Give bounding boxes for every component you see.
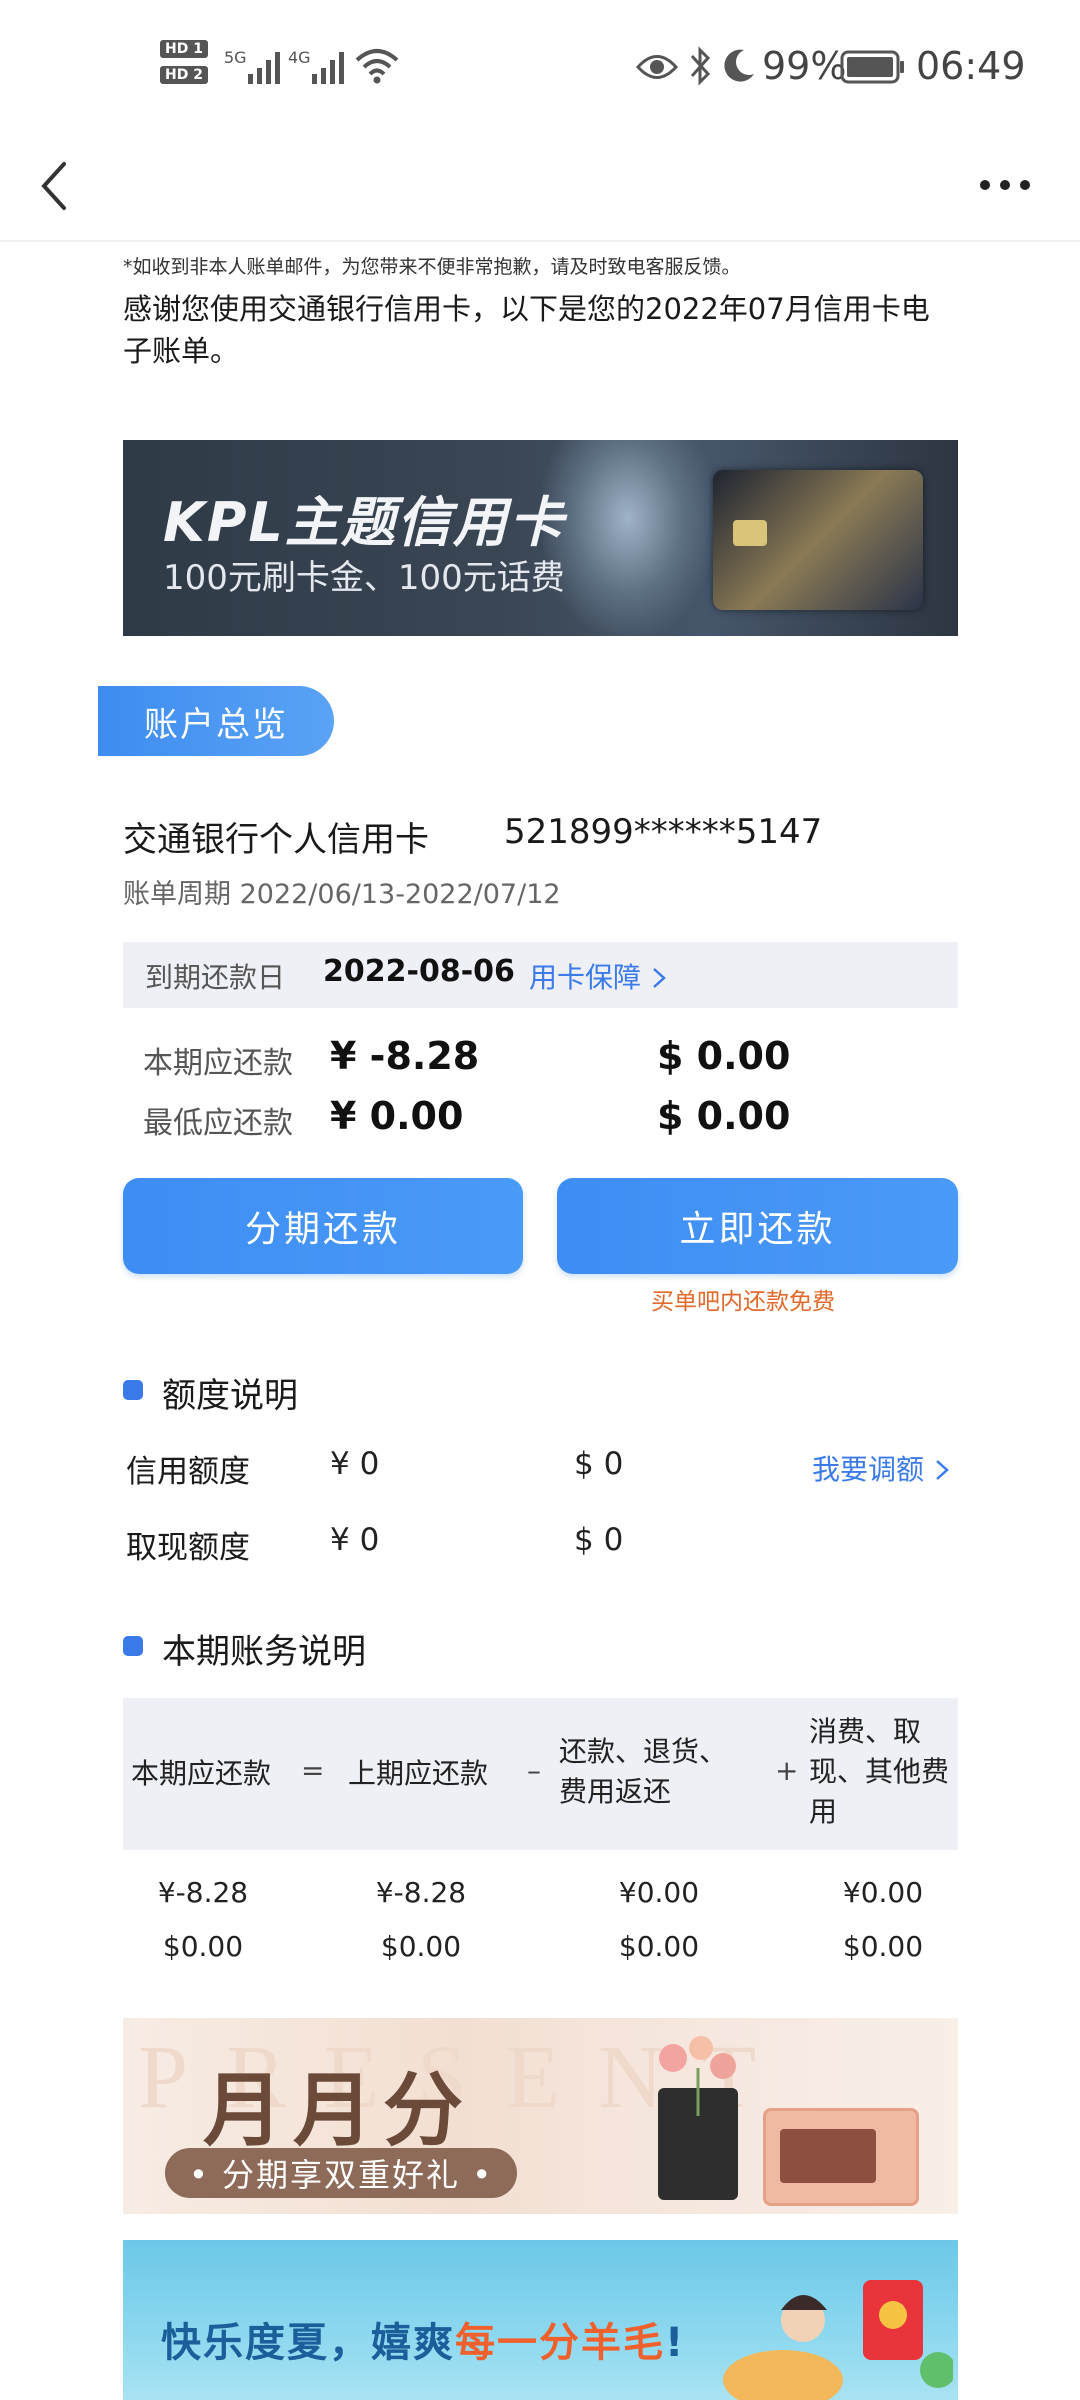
wifi-icon <box>355 49 399 84</box>
limits-title: 额度说明 <box>162 1376 298 1416</box>
col-repayment-line1: 还款、退货、 <box>559 1735 728 1768</box>
summer-promo-banner[interactable]: 快乐度夏，嬉爽每一分羊毛! <box>123 2240 958 2400</box>
summer-banner-text: 快乐度夏，嬉爽每一分羊毛! <box>161 2310 685 2368</box>
hd1-badge: HD 1 <box>160 40 208 58</box>
signal-icon <box>248 52 280 84</box>
billing-period: 账单周期 2022/06/13-2022/07/12 <box>123 879 561 910</box>
due-date-label: 到期还款日 <box>145 961 286 994</box>
table-cell: ¥-8.28 <box>375 1876 467 1909</box>
kpl-banner-title: KPL主题信用卡 <box>163 491 565 554</box>
due-date-value: 2022-08-06 <box>323 954 515 989</box>
installment-button[interactable]: 分期还款 <box>123 1178 523 1274</box>
card-protection-label: 用卡保障 <box>529 961 642 994</box>
present-banner-pill: • 分期享双重好礼 • <box>165 2148 518 2198</box>
col-spending: 消费、取 现、其他费 用 <box>809 1712 949 1832</box>
table-cell: ¥0.00 <box>618 1876 700 1909</box>
card-name: 交通银行个人信用卡 <box>123 820 429 860</box>
pay-now-button[interactable]: 立即还款 <box>557 1178 958 1274</box>
eye-icon <box>636 55 678 79</box>
equals-operator: = <box>301 1754 325 1787</box>
more-options-icon[interactable] <box>978 170 1032 200</box>
nav-bar <box>0 140 1080 242</box>
chevron-right-icon <box>936 1460 949 1480</box>
table-cell: $0.00 <box>162 1930 244 1963</box>
summer-illustration <box>723 2280 953 2400</box>
sim-indicators: HD 1 HD 2 <box>160 38 214 90</box>
oven-window <box>780 2129 876 2183</box>
oven-image <box>763 2108 919 2206</box>
intro-text: 感谢您使用交通银行信用卡，以下是您的2022年07月信用卡电子账单。 <box>123 292 930 368</box>
free-repayment-note: 买单吧内还款免费 <box>651 1289 835 1315</box>
adjust-limit-label: 我要调额 <box>812 1453 925 1486</box>
back-icon[interactable] <box>34 150 74 222</box>
card-protection-link[interactable]: 用卡保障 <box>529 956 668 996</box>
credit-card-image <box>713 470 923 610</box>
statement-table-header: 本期应还款 = 上期应还款 – 还款、退货、 费用返还 + 消费、取 现、其他费… <box>123 1698 958 1850</box>
summer-text-part1: 快乐度夏，嬉爽 <box>161 2320 455 2366</box>
battery-percent: 99% <box>762 44 847 88</box>
table-cell: $0.00 <box>380 1930 462 1963</box>
due-date-bar: 到期还款日 2022-08-06 用卡保障 <box>123 942 958 1008</box>
col-spending-line1: 消费、取 <box>809 1715 922 1748</box>
summer-text-accent: 每一分羊毛 <box>455 2320 665 2366</box>
hd2-badge: HD 2 <box>160 66 208 84</box>
col-repayment: 还款、退货、 费用返还 <box>559 1732 727 1812</box>
hero-illustration <box>543 440 713 636</box>
signal-icon-2 <box>312 52 344 84</box>
clock: 06:49 <box>916 44 1026 88</box>
col-spending-line3: 用 <box>809 1795 838 1828</box>
card-number: 521899******5147 <box>504 812 823 852</box>
table-cell: ¥0.00 <box>842 1876 924 1909</box>
status-bar: HD 1 HD 2 5G 4G 99% 06:49 <box>0 0 1080 140</box>
moon-icon <box>724 49 754 82</box>
bluetooth-icon <box>690 46 711 86</box>
statement-title: 本期账务说明 <box>162 1632 366 1672</box>
table-cell: $0.00 <box>842 1930 924 1963</box>
minimum-due-usd: $ 0.00 <box>657 1094 791 1138</box>
flowers-icon <box>659 2036 736 2116</box>
col-repayment-line2: 费用返还 <box>559 1775 672 1808</box>
minus-operator: – <box>527 1754 541 1787</box>
col-current-due: 本期应还款 <box>131 1757 272 1790</box>
plus-operator: + <box>775 1754 799 1787</box>
current-due-cny: ¥ -8.28 <box>330 1034 480 1078</box>
credit-limit-usd: $ 0 <box>574 1446 624 1482</box>
present-banner-title: 月月分 <box>203 2064 473 2157</box>
chevron-right-icon <box>653 968 666 988</box>
credit-limit-label: 信用额度 <box>126 1454 250 1490</box>
minimum-due-label: 最低应还款 <box>143 1106 293 1141</box>
cash-limit-usd: $ 0 <box>574 1522 624 1558</box>
cash-limit-label: 取现额度 <box>126 1530 250 1566</box>
col-previous-due: 上期应还款 <box>348 1757 489 1790</box>
card-chip-icon <box>733 520 767 546</box>
minimum-due-cny: ¥ 0.00 <box>330 1094 464 1138</box>
section-bullet-icon <box>123 1380 143 1400</box>
notice-text: *如收到非本人账单邮件，为您带来不便非常抱歉，请及时致电客服反馈。 <box>123 256 741 278</box>
col-spending-line2: 现、其他费 <box>809 1755 950 1788</box>
table-cell: ¥-8.28 <box>157 1876 249 1909</box>
section-bullet-icon <box>123 1636 143 1656</box>
current-due-usd: $ 0.00 <box>657 1034 791 1078</box>
account-overview-header: 账户总览 <box>98 686 334 756</box>
cash-limit-cny: ¥ 0 <box>330 1522 380 1558</box>
summer-text-part3: ! <box>665 2320 686 2366</box>
adjust-limit-link[interactable]: 我要调额 <box>812 1448 951 1488</box>
credit-limit-cny: ¥ 0 <box>330 1446 380 1482</box>
table-cell: $0.00 <box>618 1930 700 1963</box>
installment-gift-banner[interactable]: PRESENT 月月分 • 分期享双重好礼 • <box>123 2018 958 2214</box>
kpl-card-banner[interactable]: KPL主题信用卡 100元刷卡金、100元话费 <box>123 440 958 636</box>
battery-icon <box>840 50 904 84</box>
current-due-label: 本期应还款 <box>143 1046 293 1081</box>
kpl-banner-subtitle: 100元刷卡金、100元话费 <box>163 558 565 598</box>
